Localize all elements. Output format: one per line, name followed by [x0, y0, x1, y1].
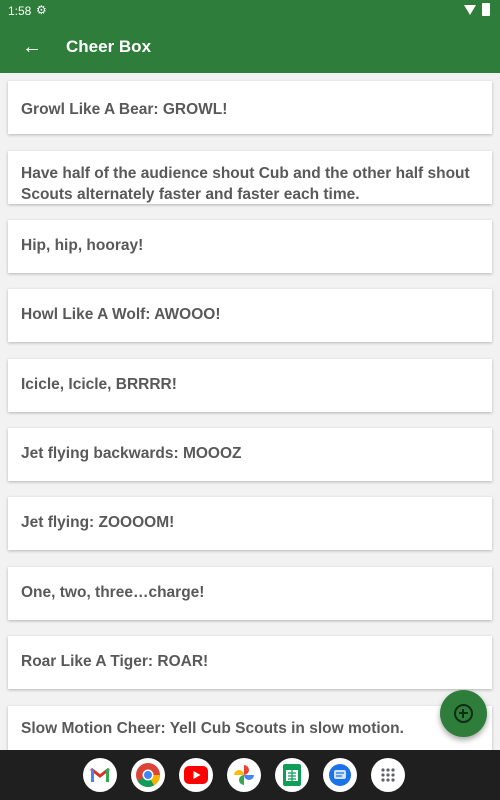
- navigation-bar: [0, 750, 500, 800]
- list-item-label: Jet flying: ZOOOOM!: [21, 514, 175, 531]
- back-button[interactable]: ←: [20, 35, 44, 59]
- app-drawer-icon[interactable]: [371, 758, 405, 792]
- list-item[interactable]: Have half of the audience shout Cub and …: [8, 151, 492, 204]
- gmail-icon[interactable]: [83, 758, 117, 792]
- status-bar: 1:58 ⚙: [0, 0, 500, 22]
- list-item-label: Hip, hip, hooray!: [21, 237, 144, 254]
- cheer-list[interactable]: Growl Like A Bear: GROWL! Have half of t…: [0, 73, 500, 750]
- add-circle-icon: [454, 704, 473, 723]
- status-time: 1:58: [8, 4, 32, 18]
- list-item[interactable]: Icicle, Icicle, BRRRR!: [8, 359, 492, 412]
- list-item[interactable]: Jet flying backwards: MOOOZ: [8, 428, 492, 481]
- list-item-label: Slow Motion Cheer: Yell Cub Scouts in sl…: [21, 720, 404, 737]
- app-dock: [83, 758, 405, 792]
- page-title: Cheer Box: [66, 37, 152, 56]
- list-item[interactable]: Jet flying: ZOOOOM!: [8, 497, 492, 550]
- app-bar: ← Cheer Box: [0, 22, 500, 73]
- list-item-label: Howl Like A Wolf: AWOOO!: [21, 306, 221, 323]
- list-item[interactable]: Howl Like A Wolf: AWOOO!: [8, 289, 492, 342]
- photos-icon[interactable]: [227, 758, 261, 792]
- add-cheer-button[interactable]: [440, 690, 487, 737]
- battery-icon: [482, 3, 490, 16]
- list-item[interactable]: Hip, hip, hooray!: [8, 220, 492, 273]
- settings-status-icon: ⚙: [36, 3, 47, 17]
- list-item-label: Jet flying backwards: MOOOZ: [21, 445, 242, 462]
- status-icons: [464, 3, 490, 16]
- list-item-label: One, two, three…charge!: [21, 584, 205, 601]
- sheets-icon[interactable]: [275, 758, 309, 792]
- chrome-icon[interactable]: [131, 758, 165, 792]
- messages-icon[interactable]: [323, 758, 357, 792]
- list-item-label: Have half of the audience shout Cub and …: [21, 165, 470, 203]
- list-item[interactable]: One, two, three…charge!: [8, 567, 492, 620]
- list-item[interactable]: Growl Like A Bear: GROWL!: [8, 81, 492, 134]
- list-item[interactable]: Roar Like A Tiger: ROAR!: [8, 636, 492, 689]
- list-item-label: Roar Like A Tiger: ROAR!: [21, 653, 209, 670]
- list-item[interactable]: Slow Motion Cheer: Yell Cub Scouts in sl…: [8, 706, 492, 750]
- youtube-icon[interactable]: [179, 758, 213, 792]
- list-item-label: Growl Like A Bear: GROWL!: [21, 101, 228, 118]
- list-item-label: Icicle, Icicle, BRRRR!: [21, 376, 177, 393]
- wifi-icon: [464, 4, 476, 15]
